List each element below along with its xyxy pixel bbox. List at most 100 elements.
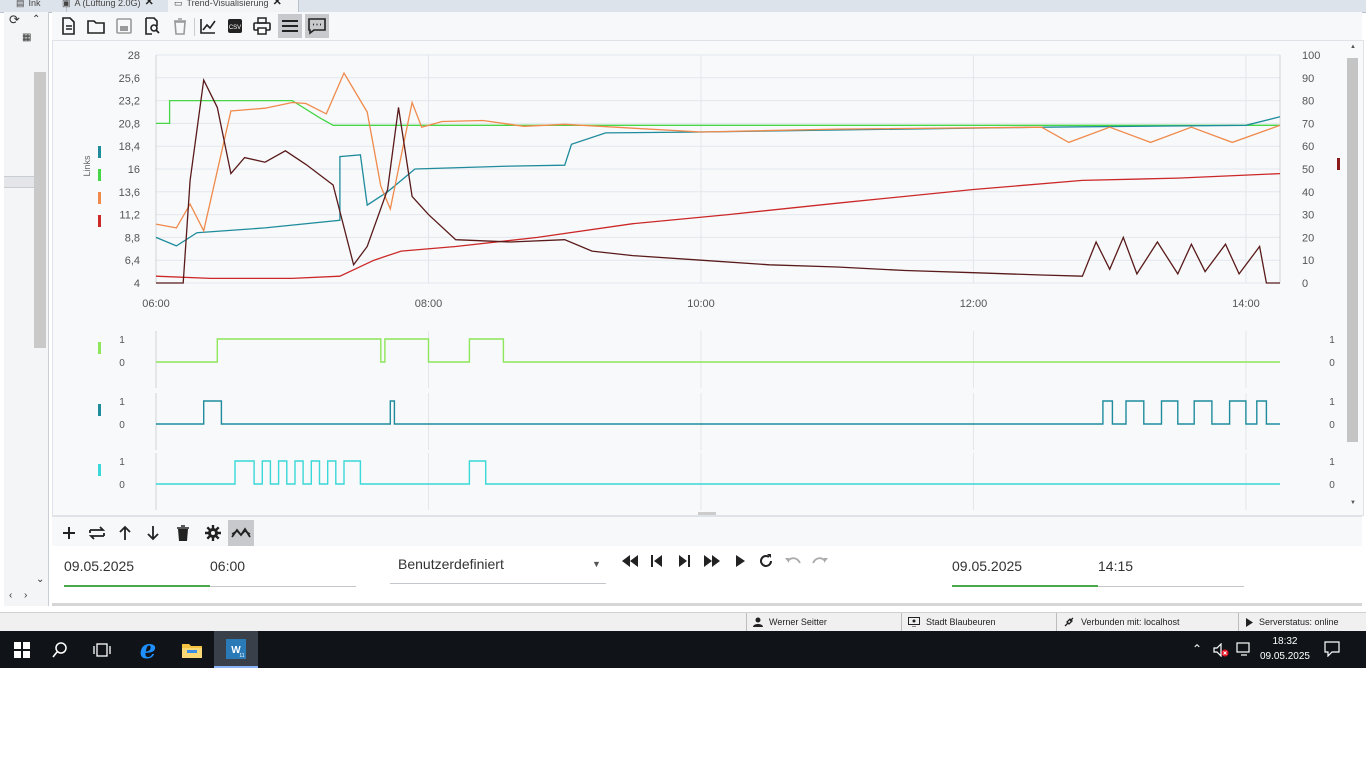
new-document-button[interactable] [56,14,80,38]
plus-icon [63,527,75,539]
search-document-button[interactable] [140,14,164,38]
delete-button[interactable] [168,14,192,38]
swap-button[interactable] [84,520,110,546]
folder-icon [87,20,105,34]
app-w11-icon[interactable]: W 11 [214,631,258,668]
redo-button[interactable] [809,551,831,571]
export-csv-button[interactable]: CSV [223,14,247,38]
tab-trend-visualisierung[interactable]: ▭ Trend-Visualisierung ✕ [168,0,299,12]
digital-series-0 [156,338,1280,363]
legend-button[interactable] [278,14,302,38]
close-icon[interactable]: ✕ [145,0,154,8]
start-date-field[interactable]: 09.05.2025 [64,558,134,574]
left-tick-label: 20,8 [119,118,140,130]
gear-icon [205,525,221,541]
chevron-up-icon[interactable]: ⌃ [32,14,40,25]
search-document-icon [145,17,160,35]
digital-tick-label: 1 [1329,397,1335,408]
comment-icon [308,18,326,35]
taskbar-clock[interactable]: 18:32 09.05.2025 [1260,634,1310,664]
end-time-field[interactable]: 14:15 [1098,558,1133,574]
network-icon[interactable] [1236,642,1252,656]
right-tick-label: 30 [1302,210,1314,222]
series-line-4 [156,77,1280,284]
arrow-down-icon [147,526,159,541]
rewind-button[interactable] [619,551,641,571]
undo-button[interactable] [782,551,804,571]
add-series-button[interactable] [56,520,82,546]
arrow-up-icon [119,525,131,540]
save-button[interactable] [112,14,136,38]
move-up-button[interactable] [112,520,138,546]
move-down-button[interactable] [140,520,166,546]
tree-node-icon[interactable]: ▦ [22,32,31,43]
horizontal-scrollbar[interactable] [52,603,1362,606]
search-icon[interactable] [38,631,82,668]
chevron-down-icon[interactable]: ⌄ [36,574,44,585]
refresh-icon [760,554,772,567]
comments-button[interactable] [305,14,329,38]
end-date-field[interactable]: 09.05.2025 [952,558,1022,574]
series-line-1 [155,116,1281,247]
volume-muted-icon[interactable] [1213,643,1229,657]
trend-button[interactable] [228,520,254,546]
chart-grid [155,54,1281,510]
status-connection: Verbunden mit: localhost [1056,613,1239,631]
scroll-down-icon[interactable]: ▼ [1350,500,1356,506]
file-explorer-icon[interactable] [170,631,214,668]
range-select[interactable]: Benutzerdefiniert [398,556,504,572]
open-folder-button[interactable] [84,14,108,38]
right-tick-label: 0 [1302,278,1308,290]
chart-scrollbar[interactable] [1347,58,1358,442]
refresh-button[interactable] [755,551,777,571]
plug-icon [1064,617,1074,627]
status-location: Stadt Blaubeuren [901,613,1056,631]
digital-tick-label: 0 [119,420,125,431]
document-icon [62,17,75,35]
delete-series-button[interactable] [170,520,196,546]
location-name: Stadt Blaubeuren [926,617,996,627]
play-button[interactable] [729,551,751,571]
refresh-icon[interactable]: ⟳ [9,12,20,28]
series-line-3 [155,172,1281,280]
right-tick-label: 80 [1302,96,1314,108]
scroll-left-icon[interactable]: ‹ [9,590,12,601]
monitor-icon [908,617,920,627]
skip-forward-button[interactable] [673,551,695,571]
scroll-up-icon[interactable]: ▲ [1350,44,1356,50]
edge-icon[interactable]: e [126,631,170,668]
splitter-handle[interactable] [698,512,716,515]
legend-marker [98,192,101,204]
skip-back-icon [651,555,662,567]
x-tick-label: 06:00 [142,298,170,310]
chart-line-icon [200,19,216,34]
digital-series-1 [156,400,1280,425]
task-view-icon[interactable] [80,631,124,668]
x-tick-label: 12:00 [960,298,988,310]
chevron-down-icon[interactable]: ▼ [592,559,601,569]
chart-series [155,71,1281,485]
notification-icon[interactable] [1324,641,1340,657]
trend-icon [231,527,251,538]
close-icon[interactable]: ✕ [273,0,282,8]
skip-forward-icon [679,555,690,567]
print-icon [253,17,271,35]
chevron-up-icon[interactable]: ⌃ [1192,642,1202,656]
start-time-field[interactable]: 06:00 [210,558,245,574]
user-icon [753,617,763,627]
chart-button[interactable] [196,14,220,38]
tab-lueftung[interactable]: ▣ A (Lüftung 2.0G) ✕ [56,0,179,12]
digital-legend-marker [98,342,101,354]
left-tick-label: 6,4 [125,255,140,267]
fast-forward-button[interactable] [701,551,723,571]
panel-splitter[interactable] [4,176,34,188]
settings-button[interactable] [200,520,226,546]
toolbar-divider [194,18,195,36]
digital-legend-marker [98,404,101,416]
right-legend-marker [1337,158,1340,170]
trend-chart[interactable]: 2825,623,220,818,41613,611,28,86,4410090… [52,40,1362,514]
skip-back-button[interactable] [646,551,668,571]
scroll-right-icon[interactable]: › [24,590,27,601]
print-button[interactable] [250,14,274,38]
left-panel-scrollbar[interactable] [34,72,46,348]
